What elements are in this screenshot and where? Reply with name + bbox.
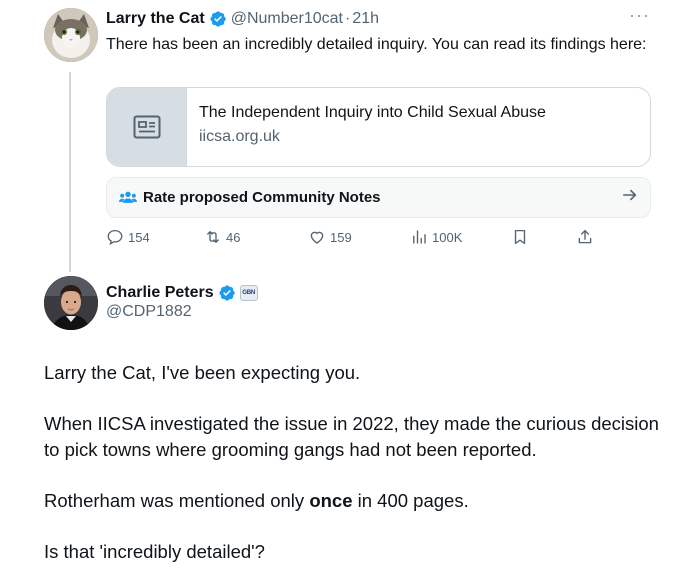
reply-count: 154: [128, 229, 150, 245]
paragraph: When IICSA investigated the issue in 202…: [44, 413, 659, 460]
text-span: in 400 pages.: [352, 490, 469, 511]
avatar[interactable]: [44, 8, 98, 62]
author-name[interactable]: Charlie Peters: [106, 284, 214, 302]
bookmark-icon: [514, 229, 526, 245]
tweet-text: Larry the Cat, I've been expecting you. …: [44, 360, 664, 588]
author-handle[interactable]: @CDP1882: [106, 303, 192, 321]
repost-count: 46: [226, 229, 241, 245]
like-button[interactable]: 159: [308, 228, 352, 246]
timestamp[interactable]: 21h: [352, 10, 379, 28]
repost-button[interactable]: 46: [204, 228, 240, 246]
author-name[interactable]: Larry the Cat: [106, 10, 205, 28]
like-count: 159: [330, 229, 352, 245]
paragraph: Larry the Cat, I've been expecting you.: [44, 362, 361, 383]
tweet-text: There has been an incredibly detailed in…: [106, 36, 647, 53]
bookmark-button[interactable]: [511, 228, 533, 246]
card-domain: iicsa.org.uk: [199, 128, 280, 145]
community-notes-button[interactable]: Rate proposed Community Notes: [106, 177, 651, 218]
community-notes-label: Rate proposed Community Notes: [143, 189, 381, 206]
card-thumbnail: [107, 88, 187, 166]
card-title: The Independent Inquiry into Child Sexua…: [199, 104, 546, 121]
reply-button[interactable]: 154: [106, 228, 150, 246]
text-span: Rotherham was mentioned only: [44, 490, 310, 511]
views-icon: [413, 230, 426, 244]
verified-badge-icon: [209, 10, 227, 28]
bold-text: once: [309, 490, 353, 511]
tweet-header: Charlie Peters GBN: [106, 282, 258, 304]
verified-badge-icon: [218, 284, 236, 302]
profile-photo: [44, 276, 98, 330]
thread-connector-line: [69, 72, 71, 272]
share-button[interactable]: [576, 228, 598, 246]
community-notes-icon: [119, 191, 137, 203]
separator-dot: ·: [345, 10, 351, 27]
more-icon[interactable]: ···: [629, 6, 650, 24]
affiliate-badge[interactable]: GBN: [239, 285, 258, 301]
paragraph: Is that 'incredibly detailed'?: [44, 541, 265, 562]
arrow-right-icon: [622, 187, 638, 208]
tweet-header: Larry the Cat @Number10cat · 21h: [106, 8, 379, 30]
avatar[interactable]: [44, 276, 98, 330]
like-icon: [310, 231, 324, 244]
cat-avatar-image: [44, 8, 98, 62]
reply-icon: [107, 229, 123, 246]
author-handle[interactable]: @Number10cat: [231, 10, 343, 28]
action-bar: 154 46 159 100K: [106, 228, 596, 248]
link-card[interactable]: The Independent Inquiry into Child Sexua…: [106, 87, 651, 167]
views-button[interactable]: 100K: [410, 228, 462, 246]
paragraph: Rotherham was mentioned only once in 400…: [44, 488, 664, 514]
article-icon: [133, 115, 160, 139]
share-icon: [578, 229, 592, 244]
repost-icon: [207, 231, 219, 243]
view-count: 100K: [432, 229, 463, 245]
